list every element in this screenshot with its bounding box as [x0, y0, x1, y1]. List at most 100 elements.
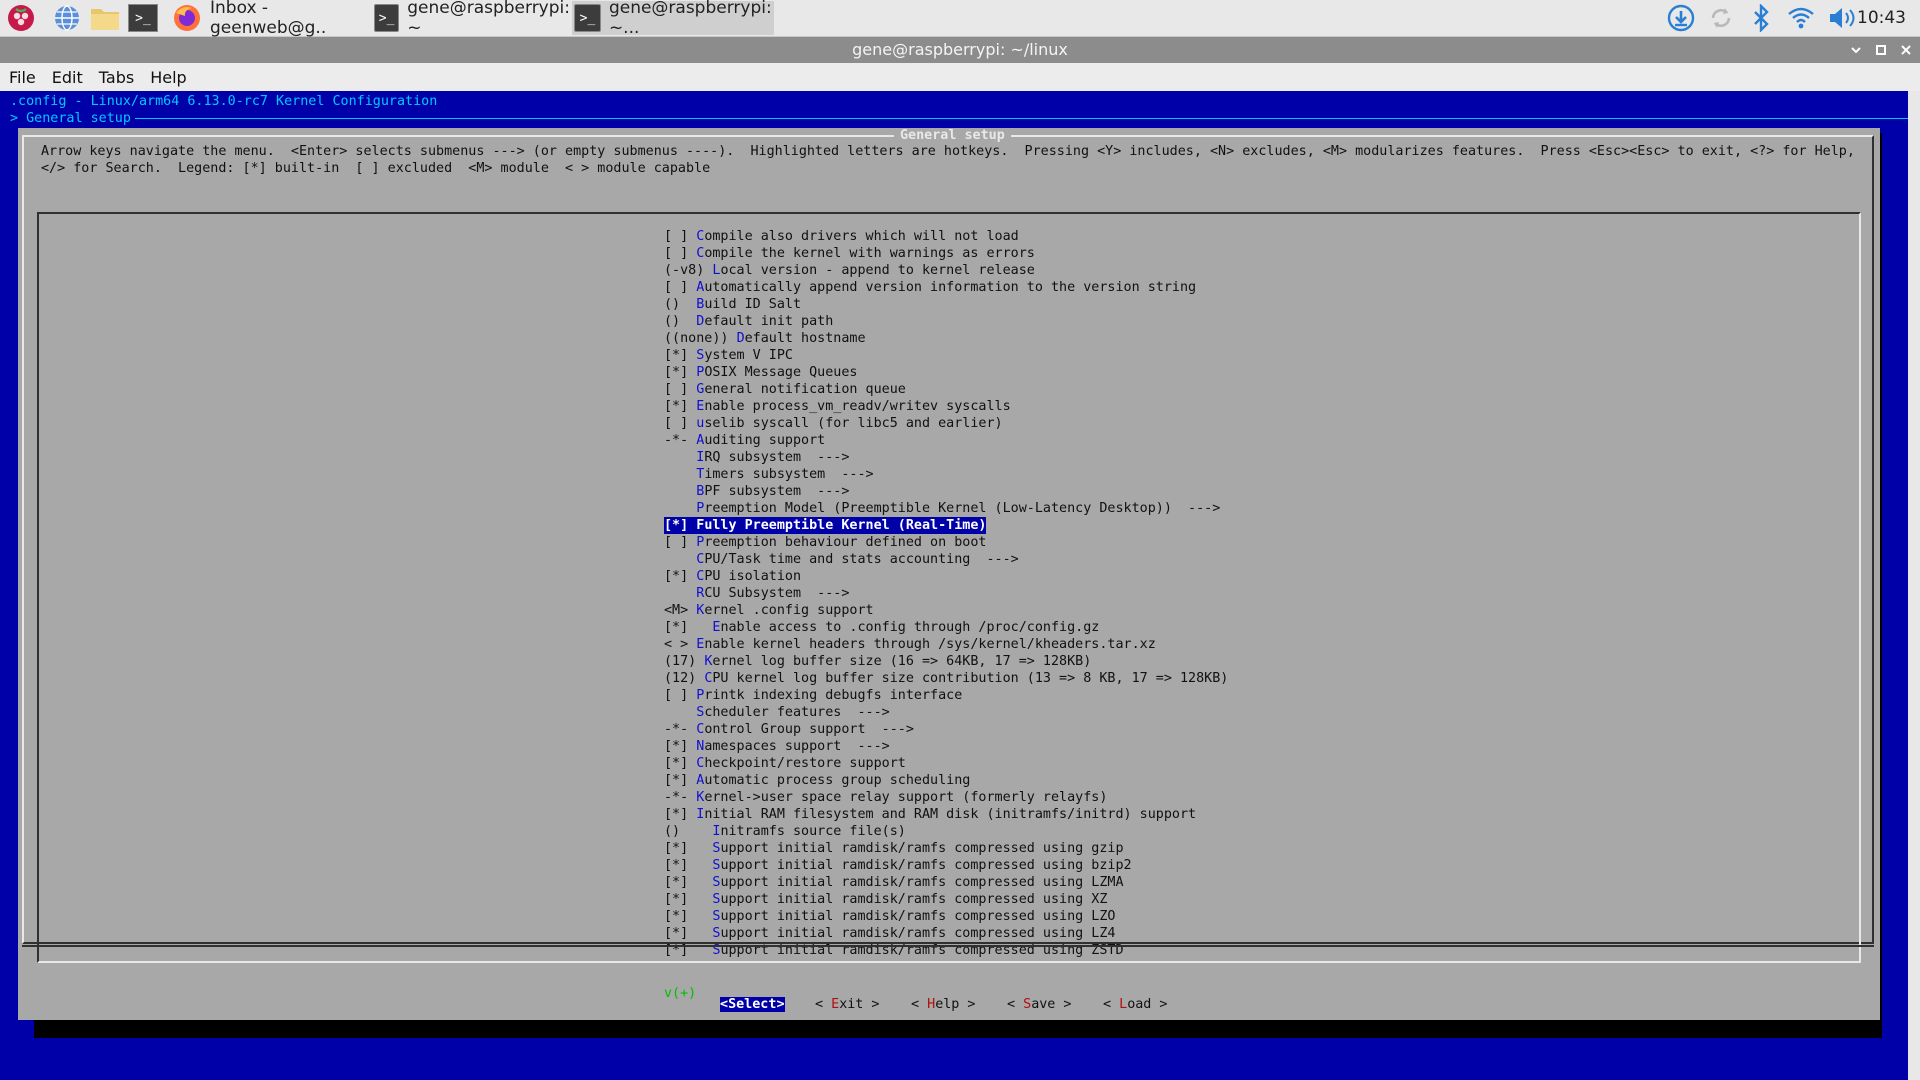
web-browser-icon[interactable] — [52, 3, 82, 33]
help-button[interactable]: < Help > — [911, 997, 976, 1012]
button-hotkey: S — [728, 997, 737, 1012]
menu-item-label: efault hostname — [744, 331, 866, 346]
taskbar-task-label: Inbox - geenweb@g.. — [210, 0, 327, 38]
menu-item-state: [*] — [664, 739, 697, 754]
exit-button[interactable]: < Exit > — [815, 997, 880, 1012]
menu-item-label: nable kernel headers through /sys/kernel… — [704, 637, 1156, 652]
download-update-icon[interactable] — [1666, 0, 1696, 36]
menu-item[interactable]: () Initramfs source file(s) — [664, 823, 906, 840]
raspberry-menu-icon[interactable] — [6, 3, 36, 33]
menu-item[interactable]: [*] Automatic process group scheduling — [664, 772, 970, 789]
menu-item-state: [ ] — [664, 535, 697, 550]
menu-item[interactable]: Preemption Model (Preemptible Kernel (Lo… — [664, 500, 1220, 517]
maximize-icon[interactable] — [1875, 37, 1887, 63]
menu-item[interactable]: BPF subsystem ---> — [664, 483, 849, 500]
terminal-scrollbar[interactable] — [1908, 91, 1920, 1080]
menu-item[interactable]: [*] Enable access to .config through /pr… — [664, 619, 1099, 636]
terminal[interactable]: .config - Linux/arm64 6.13.0-rc7 Kernel … — [0, 91, 1908, 1080]
menu-item[interactable]: ((none)) Default hostname — [664, 330, 866, 347]
menu-item-label: ernel->user space relay support (formerl… — [704, 790, 1108, 805]
wifi-icon[interactable] — [1786, 0, 1816, 36]
menu-item-label: amespaces support ---> — [704, 739, 890, 754]
menu-item[interactable]: [ ] uselib syscall (for libc5 and earlie… — [664, 415, 1003, 432]
window-title: gene@raspberrypi: ~/linux — [852, 40, 1068, 59]
button-bracket: > — [776, 997, 785, 1012]
menu-item-state — [664, 450, 696, 465]
menu-item-label: upport initial ramdisk/ramfs compressed … — [720, 926, 1116, 941]
select-button[interactable]: <Select> — [720, 997, 785, 1012]
menu-item[interactable]: [ ] General notification queue — [664, 381, 906, 398]
button-bracket: < — [911, 997, 928, 1012]
menu-item[interactable]: [*] Support initial ramdisk/ramfs compre… — [664, 891, 1107, 908]
sync-icon[interactable] — [1706, 0, 1736, 36]
menu-item-state: [*] — [664, 841, 713, 856]
taskbar: >_ Inbox - geenweb@g.. >_ gene@raspberry… — [0, 0, 1920, 38]
menu-item[interactable]: [ ] Compile the kernel with warnings as … — [664, 245, 1035, 262]
menu-item-state: [*] — [664, 348, 697, 363]
menu-item[interactable]: -*- Control Group support ---> — [664, 721, 914, 738]
button-label: elect — [736, 997, 777, 1012]
taskbar-task-terminal-1[interactable]: >_ gene@raspberrypi: ~ — [374, 0, 570, 38]
menu-item[interactable]: [*] System V IPC — [664, 347, 793, 364]
taskbar-task-terminal-2[interactable]: >_ gene@raspberrypi: ~... — [572, 0, 774, 38]
menu-edit[interactable]: Edit — [52, 68, 83, 87]
menu-item-state: (-v8) — [664, 263, 713, 278]
menu-item[interactable]: -*- Kernel->user space relay support (fo… — [664, 789, 1107, 806]
menu-item[interactable]: < > Enable kernel headers through /sys/k… — [664, 636, 1156, 653]
menu-item-label: heckpoint/restore support — [704, 756, 906, 771]
clock[interactable]: 10:43 — [1857, 0, 1906, 36]
menu-item[interactable]: [*] Enable process_vm_readv/writev sysca… — [664, 398, 1011, 415]
menu-item-label: ystem V IPC — [704, 348, 793, 363]
menu-item[interactable]: Timers subsystem ---> — [664, 466, 873, 483]
taskbar-task-label: gene@raspberrypi: ~... — [608, 0, 772, 38]
menu-item[interactable]: [*] Support initial ramdisk/ramfs compre… — [664, 857, 1132, 874]
menu-help[interactable]: Help — [150, 68, 186, 87]
button-label: oad — [1127, 997, 1152, 1012]
menu-item[interactable]: [*] Support initial ramdisk/ramfs compre… — [664, 925, 1115, 942]
menu-item[interactable]: [*] Fully Preemptible Kernel (Real-Time) — [664, 517, 987, 534]
taskbar-task-email[interactable]: Inbox - geenweb@g.. — [172, 0, 368, 38]
menu-item[interactable]: IRQ subsystem ---> — [664, 449, 849, 466]
menu-item[interactable]: (12) CPU kernel log buffer size contribu… — [664, 670, 1228, 687]
window-titlebar[interactable]: gene@raspberrypi: ~/linux — [0, 37, 1920, 63]
menu-file[interactable]: File — [9, 68, 36, 87]
menu-item[interactable]: [ ] Compile also drivers which will not … — [664, 228, 1019, 245]
menu-item[interactable]: [*] CPU isolation — [664, 568, 801, 585]
minimize-icon[interactable] — [1850, 37, 1862, 63]
menu-item-label: nitial RAM filesystem and RAM disk (init… — [704, 807, 1197, 822]
menu-item[interactable]: [ ] Printk indexing debugfs interface — [664, 687, 962, 704]
menu-item[interactable]: [*] Checkpoint/restore support — [664, 755, 906, 772]
menu-item[interactable]: [*] Support initial ramdisk/ramfs compre… — [664, 874, 1124, 891]
menu-item[interactable]: RCU Subsystem ---> — [664, 585, 849, 602]
file-manager-icon[interactable] — [90, 3, 120, 33]
menu-item[interactable]: [*] Namespaces support ---> — [664, 738, 890, 755]
button-bracket: < — [720, 997, 729, 1012]
menu-item[interactable]: (17) Kernel log buffer size (16 => 64KB,… — [664, 653, 1091, 670]
menu-item[interactable]: () Default init path — [664, 313, 833, 330]
menu-item-label: cheduler features ---> — [704, 705, 890, 720]
menu-item-label: PU kernel log buffer size contribution (… — [712, 671, 1229, 686]
menu-item[interactable]: Scheduler features ---> — [664, 704, 890, 721]
menu-item[interactable]: <M> Kernel .config support — [664, 602, 874, 619]
menu-item[interactable]: [*] POSIX Message Queues — [664, 364, 858, 381]
menu-item-state: [*] — [664, 875, 713, 890]
bluetooth-icon[interactable] — [1746, 0, 1776, 36]
close-icon[interactable] — [1900, 37, 1912, 63]
firefox-icon — [172, 3, 202, 33]
menu-item[interactable]: [ ] Preemption behaviour defined on boot — [664, 534, 986, 551]
menu-tabs[interactable]: Tabs — [99, 68, 134, 87]
save-button[interactable]: < Save > — [1007, 997, 1072, 1012]
menu-item[interactable]: () Build ID Salt — [664, 296, 801, 313]
load-button[interactable]: < Load > — [1103, 997, 1168, 1012]
menu-item[interactable]: [*] Support initial ramdisk/ramfs compre… — [664, 908, 1115, 925]
menu-item[interactable]: [*] Support initial ramdisk/ramfs compre… — [664, 840, 1124, 857]
menu-item[interactable]: (-v8) Local version - append to kernel r… — [664, 262, 1035, 279]
menu-item[interactable]: [*] Initial RAM filesystem and RAM disk … — [664, 806, 1196, 823]
menu-item[interactable]: CPU/Task time and stats accounting ---> — [664, 551, 1018, 568]
volume-icon[interactable] — [1826, 0, 1858, 36]
terminal-icon[interactable]: >_ — [128, 3, 158, 33]
menu-item[interactable]: -*- Auditing support — [664, 432, 825, 449]
menu-item[interactable]: [ ] Automatically append version informa… — [664, 279, 1196, 296]
breadcrumb: > General setup — [10, 111, 139, 126]
menu-item-label: reemption Model (Preemptible Kernel (Low… — [704, 501, 1221, 516]
